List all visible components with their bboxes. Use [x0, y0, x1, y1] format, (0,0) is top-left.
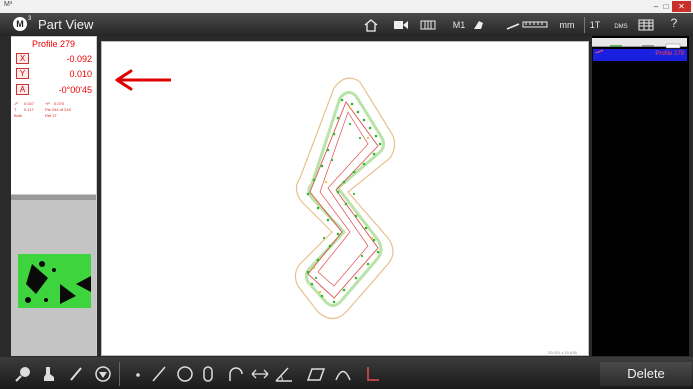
part-view-canvas[interactable]: [101, 41, 589, 356]
feature-list-header: [592, 38, 687, 49]
plus-p-value: 0.070: [54, 101, 65, 106]
slot-icon[interactable]: [202, 365, 214, 383]
measure-mode-icon[interactable]: [94, 365, 112, 383]
circle-icon[interactable]: [176, 365, 194, 383]
minus-p-label: -P: [14, 101, 18, 106]
grid-view-icon[interactable]: [420, 19, 436, 35]
parallelogram-icon[interactable]: [306, 365, 326, 383]
t-value: 0.117: [24, 107, 34, 112]
arc-icon[interactable]: [226, 365, 244, 383]
x-axis-value: -0.092: [66, 54, 92, 64]
probe-icon[interactable]: [40, 365, 58, 383]
view-scale-label: 20.001 x 15.638: [548, 350, 577, 355]
t-label: T: [14, 107, 17, 112]
minimize-button[interactable]: –: [651, 1, 661, 12]
minus-p-value: 0.047: [24, 101, 35, 106]
os-window-title: M³: [4, 1, 13, 8]
home-icon[interactable]: [363, 19, 379, 36]
machine-mode-label[interactable]: M1: [451, 19, 467, 31]
measure-hand-icon[interactable]: [471, 19, 487, 35]
line-icon[interactable]: [150, 365, 168, 383]
points-count: Pts 244 of 249: [45, 107, 71, 112]
feature-list-item-label: Profile 279: [655, 51, 684, 57]
page-title: Part View: [38, 17, 94, 32]
angle-format-label[interactable]: DMS: [613, 21, 629, 33]
close-button[interactable]: ✕: [672, 1, 691, 12]
table-icon[interactable]: [637, 19, 655, 35]
maximize-button[interactable]: □: [661, 1, 671, 12]
annotation-arrow: [113, 68, 173, 92]
profile-curve-icon[interactable]: [334, 365, 352, 383]
header-divider: [584, 17, 585, 33]
y-axis-button[interactable]: Y: [16, 68, 29, 79]
m3-logo: M: [13, 17, 27, 31]
help-button[interactable]: ?: [667, 17, 681, 29]
feature-list-item[interactable]: Profile 279: [593, 49, 687, 61]
tolerance-label[interactable]: 1T: [588, 19, 602, 31]
logo-superscript: 3: [28, 16, 32, 22]
feature-list-panel: [592, 36, 689, 356]
point-icon[interactable]: [132, 365, 144, 383]
units-label[interactable]: mm: [556, 19, 578, 31]
edit-pen-icon[interactable]: [68, 365, 84, 383]
profile-drawing: [294, 77, 396, 320]
video-camera-icon[interactable]: [393, 19, 409, 35]
zoom-icon[interactable]: [14, 365, 34, 383]
app-window: { "window": { "title": "M³", "minimize":…: [0, 0, 693, 389]
plus-p-label: +P: [45, 101, 51, 106]
toolbar-divider: [119, 362, 120, 386]
reference-label: Ref 1T: [45, 113, 58, 118]
angle-icon[interactable]: [274, 365, 294, 383]
delete-button[interactable]: Delete: [600, 362, 692, 386]
caliper-icon[interactable]: [505, 19, 551, 35]
angle-axis-value: -0°00'45: [58, 85, 92, 95]
camera-thumbnail[interactable]: [18, 254, 91, 308]
fit-mode: Both: [14, 113, 23, 118]
y-axis-value: 0.010: [69, 69, 92, 79]
datum-icon[interactable]: [364, 365, 380, 383]
x-axis-button[interactable]: X: [16, 53, 29, 64]
angle-axis-button[interactable]: A: [16, 84, 29, 95]
profile-icon: [595, 49, 605, 58]
distance-icon[interactable]: [250, 365, 270, 383]
os-title-bar: M³ – □ ✕: [0, 0, 693, 13]
feature-title: Profile 279: [31, 39, 76, 49]
